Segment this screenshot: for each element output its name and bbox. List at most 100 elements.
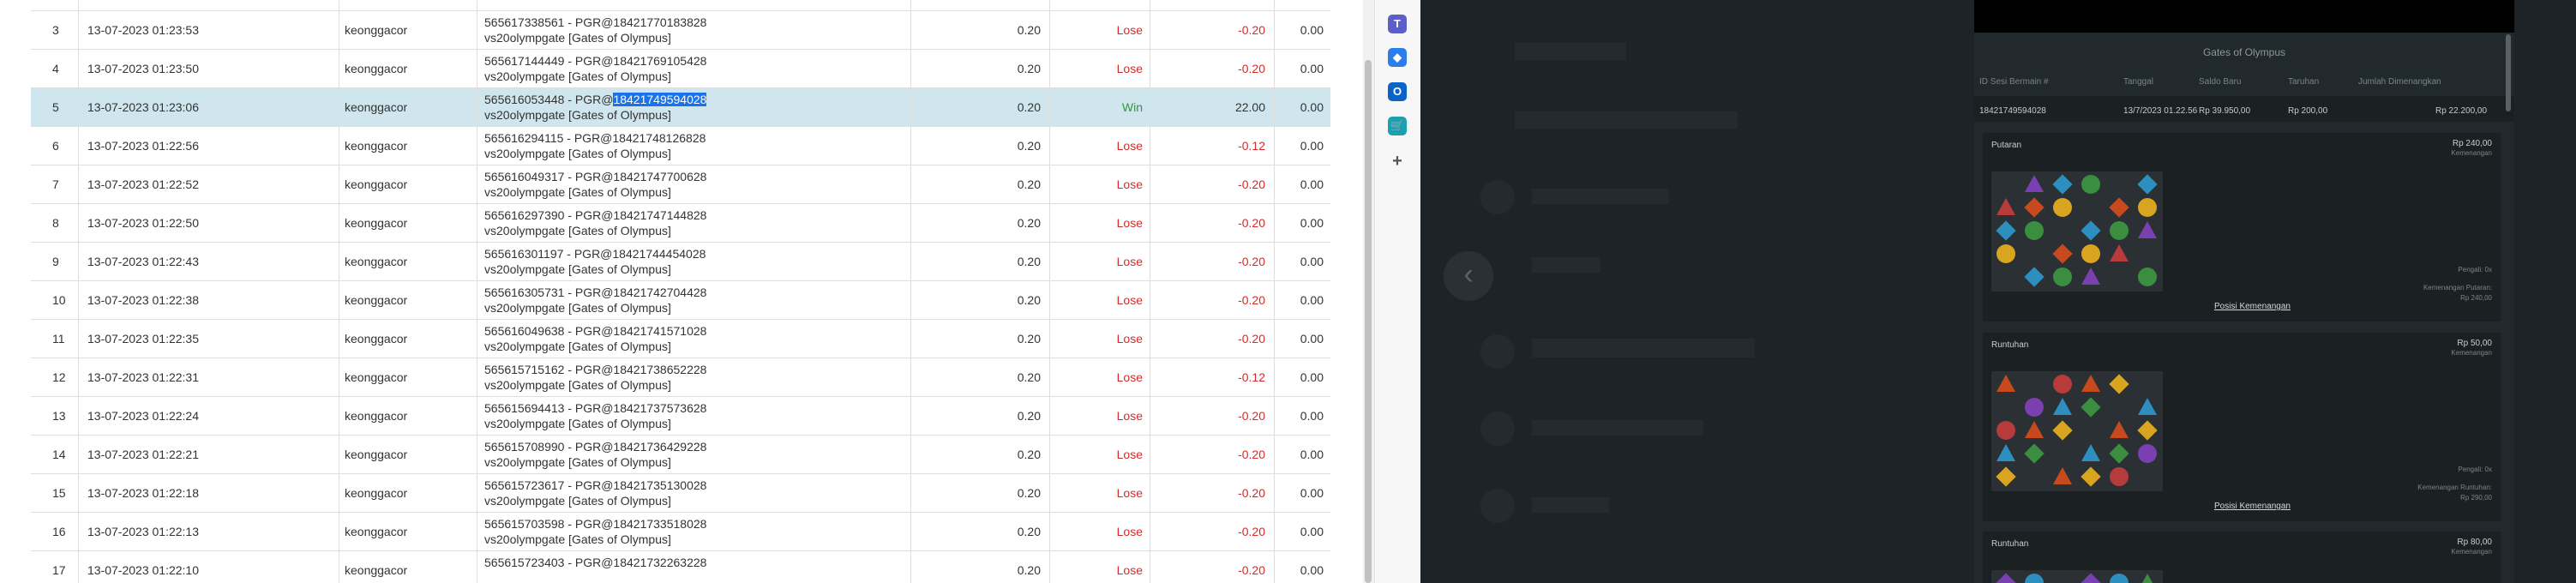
copilot-icon[interactable]: ◆ (1388, 48, 1407, 67)
table-row[interactable]: 213-07-2023 01:24:07keonggacorvs20olympg… (31, 0, 1330, 11)
row-transaction: 565615715162 - PGR@18421738652228 vs20oly… (477, 358, 911, 396)
row-result: Lose (1050, 204, 1150, 242)
add-icon[interactable]: + (1388, 152, 1407, 171)
table-row[interactable]: 9 13-07-2023 01:22:43 keonggacor 5656163011… (31, 243, 1330, 281)
slot-symbol-icon (1997, 375, 2015, 392)
row-date: 13-07-2023 01:22:35 (79, 320, 339, 358)
slot-symbol-icon (2081, 375, 2100, 392)
table-row[interactable]: 11 13-07-2023 01:22:35 keonggacor 565616049… (31, 320, 1330, 358)
header-bet: Taruhan (2288, 77, 2320, 87)
row-game-name: vs20olympgate [Gates of Olympus] (484, 147, 671, 160)
row-transaction: 565615723403 - PGR@18421732263228 (477, 551, 911, 583)
row-date: 13-07-2023 01:22:43 (79, 243, 339, 280)
teams-icon[interactable]: T (1388, 15, 1407, 33)
row-transaction: 565616294115 - PGR@18421748126828 vs20oly… (477, 127, 911, 165)
outlook-icon[interactable]: O (1388, 82, 1407, 101)
round-section: Runtuhan Rp 80,00 Kemenangan (1983, 532, 2501, 583)
slot-symbol-icon (2053, 375, 2072, 394)
row-profit-loss: -0.12 (1150, 358, 1275, 396)
row-number: 5 (31, 88, 79, 126)
row-transaction: vs20olympgate [Gates of Olympus] (477, 0, 911, 10)
slot-reel-grid (1991, 371, 2163, 491)
table-scrollbar[interactable] (1363, 0, 1374, 583)
slot-symbol-icon (2109, 197, 2129, 218)
row-number: 14 (31, 436, 79, 473)
row-transaction-id: 565615723617 - PGR@18421735130028 (484, 478, 910, 493)
summary-new-balance: Rp 39.950,00 (2199, 106, 2251, 116)
row-number: 7 (31, 165, 79, 203)
table-row[interactable]: 4 13-07-2023 01:23:50 keonggacor 5656171444… (31, 50, 1330, 88)
row-game-name: vs20olympgate [Gates of Olympus] (484, 455, 671, 469)
row-profit-loss: -0.12 (1150, 127, 1275, 165)
row-profit-loss (1150, 0, 1275, 10)
row-jackpot: 0.00 (1300, 332, 1324, 346)
winning-positions-link[interactable]: Posisi Kemenangan (2214, 302, 2291, 311)
modal-scrollbar[interactable] (2506, 34, 2511, 111)
section-win-value: Rp 290,00 (2460, 494, 2492, 502)
slot-symbol-icon (1996, 466, 2016, 487)
round-section: Runtuhan Rp 50,00 Kemenangan Pengali: 0x Kem… (1983, 333, 2501, 521)
row-username: keonggacor (339, 320, 477, 358)
row-transaction: 565617338561 - PGR@18421770183828 vs20oly… (477, 11, 911, 49)
row-date: 13-07-2023 01:23:50 (79, 50, 339, 87)
row-jackpot: 0.00 (1300, 255, 1324, 268)
row-bet: 0.20 (911, 320, 1050, 358)
table-row[interactable]: 17 13-07-2023 01:22:10 keonggacor 565615723… (31, 551, 1330, 583)
table-scrollbar-thumb[interactable] (1365, 60, 1372, 583)
row-transaction: 565615708990 - PGR@18421736429228 vs20oly… (477, 436, 911, 473)
table-row[interactable]: 3 13-07-2023 01:23:53 keonggacor 5656173385… (31, 11, 1330, 50)
table-row[interactable]: 15 13-07-2023 01:22:18 keonggacor 565615723… (31, 474, 1330, 513)
row-game-name: vs20olympgate [Gates of Olympus] (484, 262, 671, 276)
row-transaction-id: 565616053448 - PGR@18421749594028 (484, 92, 910, 107)
slot-reel-grid (1991, 171, 2163, 292)
table-row[interactable]: 16 13-07-2023 01:22:13 keonggacor 565615703… (31, 513, 1330, 551)
slot-symbol-icon (2024, 197, 2045, 218)
row-date: 13-07-2023 01:22:18 (79, 474, 339, 512)
row-result: Lose (1050, 281, 1150, 319)
table-row[interactable]: 10 13-07-2023 01:22:38 keonggacor 565616305… (31, 281, 1330, 320)
row-transaction-id: 565616301197 - PGR@18421744454028 (484, 246, 910, 261)
row-username: keonggacor (339, 88, 477, 126)
transaction-id-prefix: 565616305731 - PGR@18421742704428 (484, 285, 707, 299)
summary-date: 13/7/2023 01.22.56 (2123, 106, 2198, 116)
table-row[interactable]: 13 13-07-2023 01:22:24 keonggacor 565615694… (31, 397, 1330, 436)
back-arrow-icon[interactable]: ‹ (1444, 251, 1493, 301)
round-section: Putaran Rp 240,00 Kemenangan Pengali: 0x Kem… (1983, 133, 2501, 322)
slot-symbol-icon (2138, 198, 2157, 217)
row-result: Win (1050, 88, 1150, 126)
slot-symbol-icon (2081, 267, 2100, 285)
section-subtitle: Kemenangan (2451, 349, 2492, 357)
row-username: keonggacor (339, 0, 477, 10)
table-row[interactable]: 5 13-07-2023 01:23:06 keonggacor 5656160534… (31, 88, 1330, 127)
slot-symbol-icon (2081, 397, 2101, 418)
table-row[interactable]: 6 13-07-2023 01:22:56 keonggacor 5656162941… (31, 127, 1330, 165)
winning-positions-link[interactable]: Posisi Kemenangan (2214, 502, 2291, 511)
row-bet: 0.20 (911, 436, 1050, 473)
browser-sidebar: T ◆ O 🛒 + (1374, 0, 1421, 583)
row-jackpot: 0.00 (1300, 293, 1324, 307)
row-profit-loss: -0.20 (1150, 551, 1275, 583)
shopping-icon[interactable]: 🛒 (1388, 117, 1407, 135)
section-title: Runtuhan (1991, 340, 2029, 350)
slot-symbol-icon (2110, 421, 2129, 438)
table-row[interactable]: 7 13-07-2023 01:22:52 keonggacor 5656160493… (31, 165, 1330, 204)
slot-symbol-icon (2053, 398, 2072, 415)
row-profit-loss: -0.20 (1150, 513, 1275, 550)
table-row[interactable]: 8 13-07-2023 01:22:50 keonggacor 5656162973… (31, 204, 1330, 243)
slot-symbol-icon (2053, 198, 2072, 217)
row-transaction-id: 565615715162 - PGR@18421738652228 (484, 362, 910, 377)
row-game-name: vs20olympgate [Gates of Olympus] (484, 494, 671, 508)
row-transaction: 565617144449 - PGR@18421769105428 vs20oly… (477, 50, 911, 87)
row-game-name: vs20olympgate [Gates of Olympus] (484, 185, 671, 199)
row-bet: 0.20 (911, 50, 1050, 87)
row-jackpot: 0.00 (1300, 448, 1324, 461)
table-row[interactable]: 14 13-07-2023 01:22:21 keonggacor 565615708… (31, 436, 1330, 474)
row-transaction-id: 565616297390 - PGR@18421747144828 (484, 207, 910, 223)
slot-symbol-icon (2025, 175, 2044, 192)
row-number: 2 (31, 0, 79, 10)
table-row[interactable]: 12 13-07-2023 01:22:31 keonggacor 565615715… (31, 358, 1330, 397)
transaction-id-prefix: 565616294115 - PGR@18421748126828 (484, 131, 706, 145)
transaction-id-prefix: 565617338561 - PGR@18421770183828 (484, 15, 707, 29)
row-transaction: 565615703598 - PGR@18421733518028 vs20oly… (477, 513, 911, 550)
header-date: Tanggal (2123, 77, 2154, 87)
